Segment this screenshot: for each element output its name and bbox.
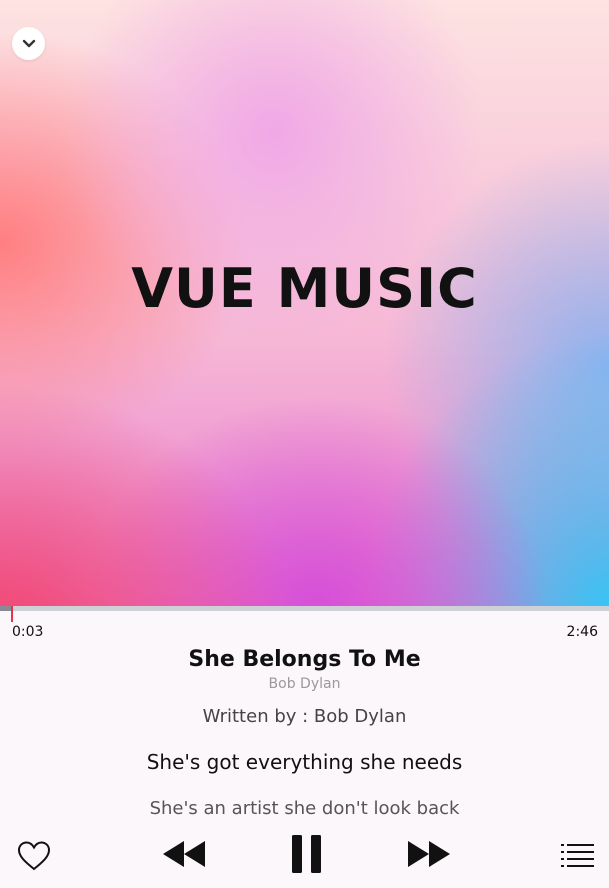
- artwork-logo: VUE MUSIC: [131, 257, 478, 320]
- playlist-icon: [561, 844, 594, 867]
- progress-handle[interactable]: [10, 606, 13, 622]
- lyric-line: Written by : Bob Dylan: [202, 706, 407, 727]
- fast-forward-icon: [408, 841, 450, 867]
- album-artwork: VUE MUSIC: [0, 0, 609, 607]
- track-title: She Belongs To Me: [188, 647, 421, 672]
- rewind-icon: [163, 841, 205, 867]
- heart-icon: [17, 841, 51, 871]
- chevron-down-icon: [22, 39, 35, 47]
- lyric-line-active: She's got everything she needs: [146, 750, 463, 774]
- playlist-button[interactable]: [561, 843, 594, 871]
- collapse-button[interactable]: [12, 27, 45, 60]
- total-time: 2:46: [566, 624, 598, 640]
- next-button[interactable]: [407, 840, 451, 872]
- track-artist: Bob Dylan: [268, 676, 341, 692]
- progress-fill: [0, 606, 11, 611]
- pause-icon: [292, 835, 321, 873]
- current-time: 0:03: [12, 624, 44, 640]
- progress-bar[interactable]: [0, 606, 609, 622]
- lyric-line: She's an artist she don't look back: [149, 798, 460, 819]
- pause-button[interactable]: [292, 835, 322, 877]
- like-button[interactable]: [17, 840, 51, 876]
- previous-button[interactable]: [162, 840, 206, 872]
